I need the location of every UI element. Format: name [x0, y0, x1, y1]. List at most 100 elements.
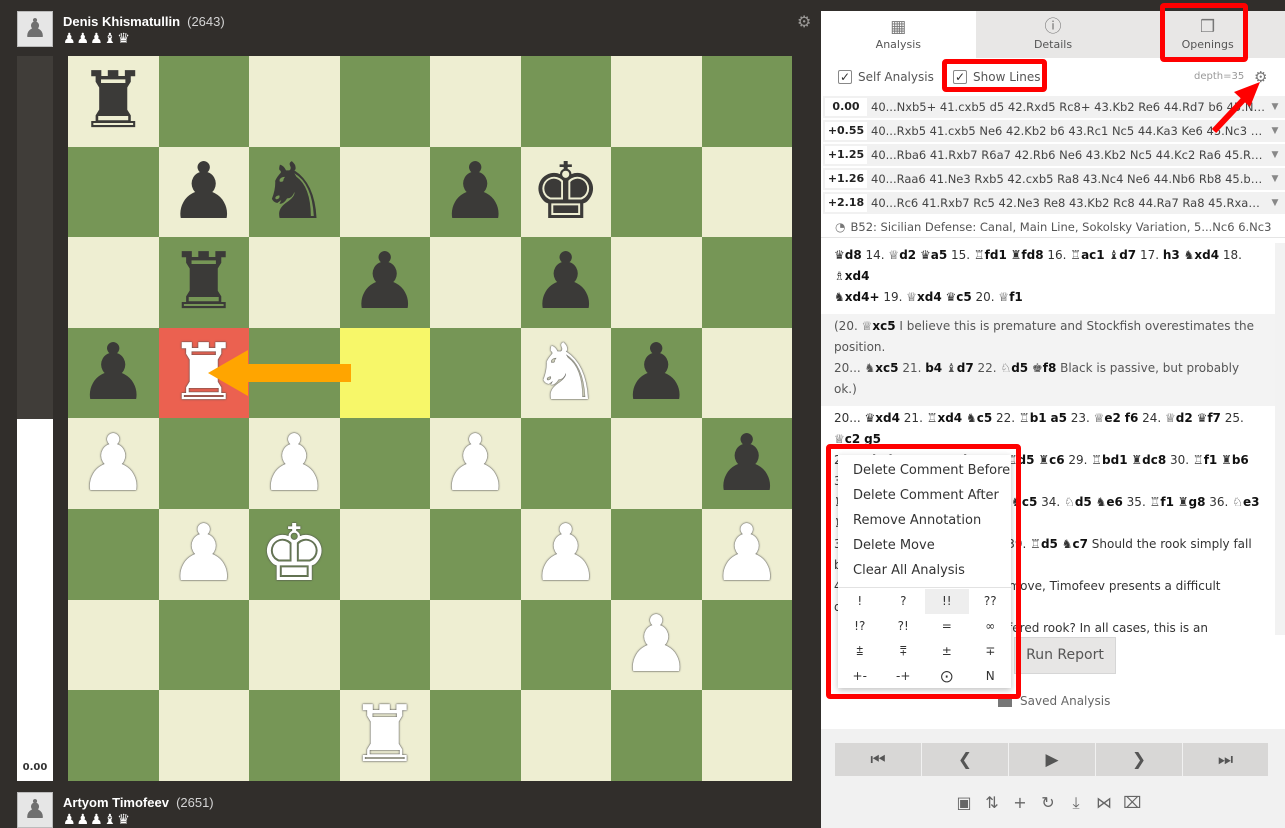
square-e1[interactable] [430, 690, 521, 781]
square-e7[interactable]: ♟ [430, 146, 521, 238]
show-lines-checkbox[interactable]: ✓ [953, 70, 967, 84]
square-h6[interactable] [701, 237, 792, 328]
square-g1[interactable] [611, 690, 702, 781]
black-pawn-h4[interactable]: ♟ [712, 425, 782, 503]
square-c2[interactable] [249, 599, 340, 691]
flip-board-icon[interactable]: ⇅ [983, 793, 1001, 813]
move-list-scrollbar[interactable] [1275, 243, 1285, 635]
white-pawn-g2[interactable]: ♟ [621, 606, 691, 684]
chevron-down-icon[interactable]: ▼ [1265, 198, 1285, 208]
white-pawn-b3[interactable]: ♟ [169, 515, 239, 593]
chess-board[interactable]: ♜ ♟ ♞ ♟ ♚ ♜ ♟ ♟ ♟ ♜ ♞ ♟ ♟ ♟ ♟ ♟ ♟ ♚ ♟ ♟ ♟ ♜ [68, 56, 792, 781]
engine-settings-gear-icon[interactable]: ⚙ [1254, 68, 1267, 86]
square-e5[interactable] [430, 327, 521, 419]
white-pawn-h3[interactable]: ♟ [712, 515, 782, 593]
square-d7[interactable] [339, 146, 430, 238]
square-c4[interactable]: ♟ [249, 418, 340, 509]
bottom-player-name[interactable]: Artyom Timofeev [63, 795, 169, 810]
square-a1[interactable] [68, 690, 159, 781]
annotation-glyph[interactable]: ⩲ [838, 639, 882, 664]
square-b7[interactable]: ♟ [158, 146, 249, 238]
top-player-avatar[interactable]: ♟ [17, 11, 53, 47]
white-pawn-a4[interactable]: ♟ [78, 425, 148, 503]
square-d5[interactable] [339, 327, 430, 419]
square-d4[interactable] [339, 418, 430, 509]
run-report-button[interactable]: Run Report [1014, 637, 1116, 674]
previous-move-button[interactable]: ❮ [922, 743, 1008, 776]
bottom-player-avatar[interactable]: ♟ [17, 792, 53, 828]
add-icon[interactable]: + [1011, 793, 1029, 813]
square-e8[interactable] [430, 56, 521, 147]
chevron-down-icon[interactable]: ▼ [1265, 150, 1285, 160]
square-d2[interactable] [339, 599, 430, 691]
black-pawn-g5[interactable]: ♟ [621, 334, 691, 412]
square-a5[interactable]: ♟ [68, 327, 159, 419]
square-a3[interactable] [68, 508, 159, 600]
square-g8[interactable] [611, 56, 702, 147]
white-rook-d1[interactable]: ♜ [350, 696, 420, 774]
annotation-glyph[interactable]: +- [838, 664, 882, 689]
square-g5[interactable]: ♟ [611, 327, 702, 419]
white-pawn-c4[interactable]: ♟ [259, 425, 329, 503]
square-a7[interactable] [68, 146, 159, 238]
square-b5[interactable]: ♜ [158, 327, 249, 419]
square-c7[interactable]: ♞ [249, 146, 340, 238]
engine-line[interactable]: +1.26 40...Raa6 41.Ne3 Rxb5 42.cxb5 Ra8 4… [823, 168, 1285, 192]
context-menu-item[interactable]: Remove Annotation [838, 508, 1011, 533]
square-e4[interactable]: ♟ [430, 418, 521, 509]
square-a6[interactable] [68, 237, 159, 328]
engine-line[interactable]: +0.55 40...Rxb5 41.cxb5 Ne6 42.Kb2 b6 43.… [823, 120, 1285, 144]
square-g6[interactable] [611, 237, 702, 328]
annotation-glyph[interactable]: ⨀ [925, 664, 969, 689]
square-b3[interactable]: ♟ [158, 508, 249, 600]
play-button[interactable]: ▶ [1009, 743, 1095, 776]
square-b6[interactable]: ♜ [158, 237, 249, 328]
square-h2[interactable] [701, 599, 792, 691]
context-menu-item[interactable]: Delete Comment Before [838, 458, 1011, 483]
square-c1[interactable] [249, 690, 340, 781]
square-c3[interactable]: ♚ [249, 508, 340, 600]
square-a4[interactable]: ♟ [68, 418, 159, 509]
annotation-glyph[interactable]: ?! [882, 614, 926, 639]
annotation-glyph[interactable]: !? [838, 614, 882, 639]
opening-name[interactable]: ◔ B52: Sicilian Defense: Canal, Main Lin… [821, 216, 1285, 238]
white-knight-f5[interactable]: ♞ [531, 334, 601, 412]
black-knight-c7[interactable]: ♞ [259, 153, 329, 231]
square-e3[interactable] [430, 508, 521, 600]
black-pawn-d6[interactable]: ♟ [350, 243, 420, 321]
square-b1[interactable] [158, 690, 249, 781]
white-pawn-e4[interactable]: ♟ [440, 425, 510, 503]
black-pawn-b7[interactable]: ♟ [169, 153, 239, 231]
tab-details[interactable]: ⓘ Details [976, 11, 1131, 58]
context-menu-item[interactable]: Delete Move [838, 533, 1011, 558]
white-rook-b5[interactable]: ♜ [169, 334, 239, 412]
context-menu-item[interactable]: Delete Comment After [838, 483, 1011, 508]
square-a2[interactable] [68, 599, 159, 691]
square-h8[interactable] [701, 56, 792, 147]
black-pawn-f6[interactable]: ♟ [531, 243, 601, 321]
reset-icon[interactable]: ↻ [1039, 793, 1057, 813]
square-c5[interactable] [249, 327, 340, 419]
engine-line[interactable]: 0.00 40...Nxb5+ 41.cxb5 d5 42.Rxd5 Rc8+ 4… [823, 96, 1285, 120]
square-f4[interactable] [520, 418, 611, 509]
annotation-glyph[interactable]: ?? [969, 589, 1013, 614]
engine-chip-icon[interactable]: ▣ [955, 793, 973, 813]
annotation-glyph[interactable]: ⩱ [882, 639, 926, 664]
square-f5[interactable]: ♞ [520, 327, 611, 419]
square-b4[interactable] [158, 418, 249, 509]
annotation-glyph[interactable]: ∓ [969, 639, 1013, 664]
black-rook-b6[interactable]: ♜ [169, 243, 239, 321]
annotation-glyph[interactable]: ± [925, 639, 969, 664]
square-f3[interactable]: ♟ [520, 508, 611, 600]
black-king-f7[interactable]: ♚ [531, 153, 601, 231]
context-menu-item[interactable]: Clear All Analysis [838, 558, 1011, 583]
square-g7[interactable] [611, 146, 702, 238]
square-h1[interactable] [701, 690, 792, 781]
vr-icon[interactable]: ⌧ [1123, 793, 1141, 813]
square-e2[interactable] [430, 599, 521, 691]
square-f8[interactable] [520, 56, 611, 147]
next-move-button[interactable]: ❯ [1096, 743, 1182, 776]
square-e6[interactable] [430, 237, 521, 328]
square-g2[interactable]: ♟ [611, 599, 702, 691]
show-lines-toggle[interactable]: ✓ Show Lines [953, 70, 1040, 84]
